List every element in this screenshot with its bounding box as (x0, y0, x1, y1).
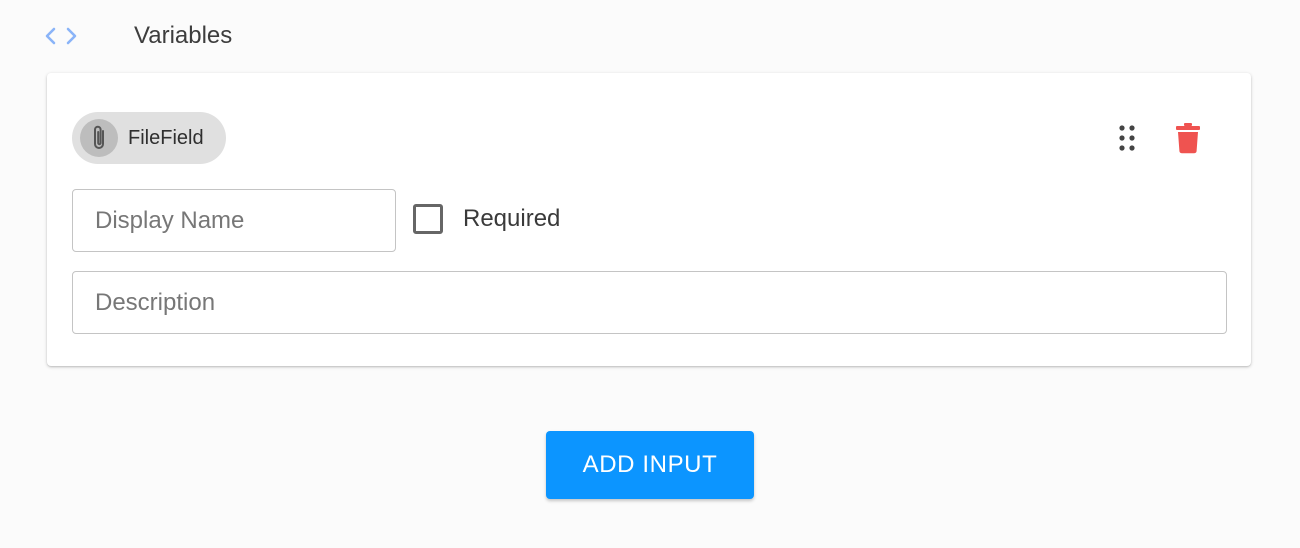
display-name-input[interactable] (72, 189, 396, 252)
delete-button[interactable] (1171, 120, 1205, 156)
code-icon[interactable] (42, 24, 80, 48)
drag-handle-icon[interactable] (1117, 122, 1137, 154)
variables-panel: Variables FileField Display Name Require… (0, 0, 1300, 548)
add-input-button[interactable]: ADD INPUT (546, 431, 754, 499)
paperclip-icon (80, 119, 118, 157)
required-label: Required (463, 205, 561, 232)
required-checkbox[interactable] (413, 204, 443, 234)
description-input[interactable] (72, 271, 1227, 334)
section-title: Variables (134, 22, 233, 49)
required-checkbox-row[interactable]: Required (413, 201, 560, 237)
trash-icon (1176, 123, 1200, 154)
chip-label: FileField (128, 126, 204, 149)
section-header: Variables (42, 18, 232, 54)
variable-card: FileField Required (47, 73, 1251, 366)
field-type-chip: FileField (72, 112, 226, 164)
